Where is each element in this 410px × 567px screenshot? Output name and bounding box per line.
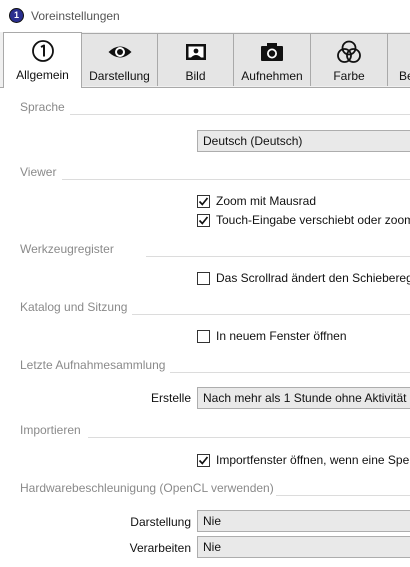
checkbox-box[interactable] [197,453,210,467]
processing-accel-select[interactable]: Nie [197,536,410,558]
section-title-viewer: Viewer [20,165,57,179]
section-divider [62,179,410,180]
checkbox-label: Touch-Eingabe verschiebt oder zoomt [216,213,410,227]
general-1-icon [4,39,81,63]
eye-icon [82,40,157,64]
checkbox-label: In neuem Fenster öffnen [216,329,347,343]
section-divider [132,314,410,315]
checkbox-label: Zoom mit Mausrad [216,194,317,208]
section-title-katalog: Katalog und Sitzung [20,300,128,314]
section-title-werkzeugregister: Werkzeugregister [20,242,114,256]
scroll-slider-checkbox[interactable]: Das Scrollrad ändert den Schieberegler [197,270,410,286]
section-divider [170,372,410,373]
tab-label: Be [399,69,410,83]
tab-farbe[interactable]: Farbe [310,33,388,86]
tab-label: Allgemein [16,68,69,82]
checkbox-label: Importfenster öffnen, wenn eine Speicher… [216,453,410,467]
preferences-content: Sprache Deutsch (Deutsch) Viewer Zoom mi… [0,88,410,567]
tab-strip: Allgemein Darstellung Bild Aufnehmen Far… [0,32,410,88]
tab-be[interactable]: Be [387,33,410,86]
checkbox-box[interactable] [197,271,210,285]
touch-pan-checkbox[interactable]: Touch-Eingabe verschiebt oder zoomt [197,212,410,228]
tab-aufnehmen[interactable]: Aufnehmen [233,33,311,86]
new-window-checkbox[interactable]: In neuem Fenster öffnen [197,328,347,344]
section-title-sprache: Sprache [20,100,65,114]
section-title-letzte: Letzte Aufnahmesammlung [20,358,166,372]
tab-label: Darstellung [89,69,150,83]
language-select[interactable]: Deutsch (Deutsch) [197,130,410,152]
section-divider [70,114,410,115]
zoom-wheel-checkbox[interactable]: Zoom mit Mausrad [197,193,316,209]
display-accel-label: Darstellung [130,515,191,529]
create-select[interactable]: Nach mehr als 1 Stunde ohne Aktivität [197,387,410,409]
title-bar: 1 Voreinstellungen [0,0,410,32]
app-icon: 1 [9,8,24,23]
section-divider [276,495,410,496]
color-circles-icon [311,40,387,64]
tab-label: Farbe [333,69,365,83]
checkbox-box[interactable] [197,213,210,227]
tab-label: Bild [185,69,206,83]
checkbox-label: Das Scrollrad ändert den Schieberegler [216,271,410,285]
window-title: Voreinstellungen [31,9,120,23]
display-accel-select[interactable]: Nie [197,510,410,532]
section-divider [146,256,410,257]
tab-bild[interactable]: Bild [157,33,234,86]
create-label: Erstelle [150,391,191,405]
section-divider [88,437,410,438]
tab-darstellung[interactable]: Darstellung [81,33,158,86]
camera-icon [234,40,310,64]
image-frame-icon [158,40,233,64]
tab-label: Aufnehmen [241,69,303,83]
tab-allgemein[interactable]: Allgemein [3,32,82,88]
checkbox-box[interactable] [197,329,210,343]
section-title-importieren: Importieren [20,423,81,437]
open-import-checkbox[interactable]: Importfenster öffnen, wenn eine Speicher… [197,452,410,468]
section-title-hardware: Hardwarebeschleunigung (OpenCL verwenden… [20,481,274,495]
processing-accel-label: Verarbeiten [129,541,191,555]
checkbox-box[interactable] [197,194,210,208]
